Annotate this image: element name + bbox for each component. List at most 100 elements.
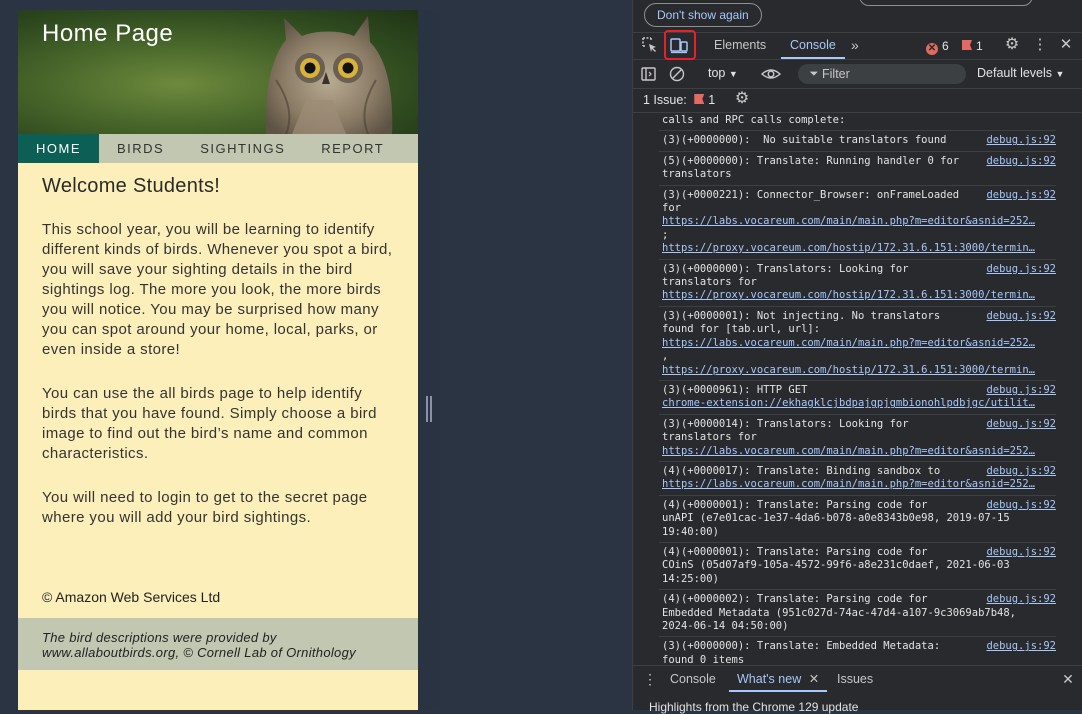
tab-elements[interactable]: Elements [714, 32, 766, 59]
more-options-icon[interactable]: ⋮ [1031, 36, 1049, 54]
message-link[interactable]: https://labs.vocareum.com/main/main.php?… [662, 445, 1056, 458]
main-nav: HOME BIRDS SIGHTINGS REPORT [18, 134, 418, 163]
message-text: calls and RPC calls complete: [662, 114, 846, 126]
message-link[interactable]: https://proxy.vocareum.com/hostip/172.31… [662, 289, 1056, 302]
console-message: (3)(+0000221): Connector_Browser: onFram… [659, 186, 1056, 260]
log-levels-select[interactable]: Default levels ▼ [977, 66, 1064, 80]
welcome-heading: Welcome Students! [42, 175, 221, 197]
nav-report[interactable]: REPORT [303, 134, 402, 163]
owl-image [265, 16, 393, 134]
console-message: (4)(+0000001): Translate: Parsing code f… [659, 496, 1056, 543]
nav-home[interactable]: HOME [18, 134, 99, 163]
issue-counter[interactable]: 1 [962, 38, 983, 54]
tab-console[interactable]: Console [781, 32, 845, 59]
issues-count: 1 [708, 93, 716, 107]
console-message: (5)(+0000000): Translate: Running handle… [659, 152, 1056, 186]
source-link[interactable]: debug.js:92 [986, 263, 1056, 276]
inspect-element-icon[interactable] [641, 36, 659, 54]
issues-link[interactable]: 1 Issue: 1 [643, 93, 715, 107]
website: Home Page HOME BIRDS SIGHTINGS REPORT We… [18, 10, 418, 710]
dont-show-again-button[interactable]: Don't show again [644, 3, 762, 27]
message-text: (3)(+0000961): HTTP GET [662, 383, 808, 396]
console-message: (4)(+0000002): Translate: Parsing code f… [659, 590, 1056, 638]
issue-flag-icon [962, 40, 972, 50]
source-link[interactable]: debug.js:92 [986, 134, 1056, 147]
console-message: (4)(+0000001): Translate: Parsing code f… [659, 543, 1056, 591]
devtools-banner: Don't show again [633, 0, 1082, 33]
message-link[interactable]: https://proxy.vocareum.com/hostip/172.31… [662, 242, 1056, 255]
eye-icon[interactable] [761, 65, 781, 83]
drawer-tab-console[interactable]: Console [670, 666, 716, 692]
settings-gear-icon[interactable]: ⚙ [1003, 36, 1021, 54]
message-link[interactable]: https://proxy.vocareum.com/hostip/172.31… [662, 364, 1056, 377]
nav-sightings[interactable]: SIGHTINGS [182, 134, 303, 163]
message-text: (3)(+0000000): Translators: Looking for … [662, 262, 909, 289]
source-link[interactable]: debug.js:92 [986, 546, 1056, 559]
source-link[interactable]: debug.js:92 [986, 499, 1056, 512]
message-link[interactable]: https://labs.vocareum.com/main/main.php?… [662, 215, 1056, 228]
error-count: 6 [942, 39, 949, 53]
close-drawer-icon[interactable]: ✕ [1059, 670, 1077, 688]
console-message: (3)(+0000000): No suitable translators f… [659, 131, 1056, 152]
source-link[interactable]: debug.js:92 [986, 155, 1056, 168]
console-message: (3)(+0000014): Translators: Looking for … [659, 415, 1056, 462]
message-text: (3)(+0000000): Translate: Embedded Metad… [662, 640, 941, 665]
message-link[interactable]: chrome-extension://ekhagklcjbdpajgpjgmbi… [662, 397, 1056, 410]
context-value: top [708, 66, 726, 80]
message-text: (4)(+0000001): Translate: Parsing code f… [662, 545, 1010, 585]
console-filter-bar: top ▼ Filter ⏷ Default levels ▼ [633, 60, 1082, 89]
devtools-main-toolbar: Elements Console » ✕ 6 1 ⚙ ⋮ ✕ [633, 32, 1082, 60]
resize-handle[interactable] [426, 396, 432, 422]
drawer-menu-icon[interactable]: ⋮ [641, 670, 659, 688]
source-link[interactable]: debug.js:92 [986, 418, 1056, 431]
message-link[interactable]: https://labs.vocareum.com/main/main.php?… [662, 337, 1056, 350]
log-levels-value: Default levels [977, 66, 1053, 80]
hero-banner: Home Page [18, 10, 418, 134]
message-link[interactable]: https://labs.vocareum.com/main/main.php?… [662, 478, 1056, 491]
message-text: (4)(+0000002): Translate: Parsing code f… [662, 593, 1017, 632]
error-counter[interactable]: ✕ 6 [926, 38, 949, 55]
drawer-tab-issues[interactable]: Issues [837, 666, 873, 692]
error-icon: ✕ [926, 43, 938, 55]
message-separator: ; [662, 228, 669, 241]
context-select[interactable]: top ▼ [708, 66, 738, 80]
source-link[interactable]: debug.js:92 [986, 310, 1056, 323]
message-text: (4)(+0000001): Translate: Parsing code f… [662, 498, 1010, 538]
message-text: (3)(+0000014): Translators: Looking for … [662, 417, 909, 444]
source-link[interactable]: debug.js:92 [986, 593, 1056, 606]
console-message: (3)(+0000000): Translate: Embedded Metad… [659, 637, 1056, 665]
console-filter-input[interactable]: Filter [798, 64, 966, 84]
filter-funnel-icon: ⏷ [809, 68, 819, 80]
clear-console-icon[interactable] [668, 65, 686, 83]
chevron-down-icon: ▼ [728, 69, 738, 79]
message-text: (5)(+0000000): Translate: Running handle… [662, 154, 960, 181]
console-message: (3)(+0000001): Not injecting. No transla… [659, 307, 1056, 381]
console-log: calls and RPC calls complete: (3)(+000000… [633, 112, 1082, 665]
devtools-drawer: ⋮ Console What's new ✕ Issues ✕ Highligh… [633, 665, 1082, 714]
console-settings-icon[interactable]: ⚙ [733, 90, 751, 108]
hero-title: Home Page [42, 20, 174, 47]
main-content: Welcome Students! This school year, you … [42, 175, 394, 552]
drawer-tab-whats-new[interactable]: What's new ✕ [729, 666, 828, 692]
nav-birds[interactable]: BIRDS [99, 134, 182, 163]
close-tab-icon[interactable]: ✕ [809, 672, 819, 686]
device-toolbar-highlight [664, 30, 696, 60]
message-text: (3)(+0000001): Not injecting. No transla… [662, 309, 941, 336]
source-link[interactable]: debug.js:92 [986, 640, 1056, 653]
chevron-down-icon: ▼ [1055, 69, 1065, 79]
source-link[interactable]: debug.js:92 [986, 189, 1056, 202]
console-scrollbar[interactable] [1073, 112, 1082, 665]
drawer-tabs: ⋮ Console What's new ✕ Issues ✕ [633, 666, 1082, 692]
more-tabs-icon[interactable]: » [851, 32, 859, 59]
source-link[interactable]: debug.js:92 [986, 384, 1056, 397]
console-message: (4)(+0000017): Translate: Binding sandbo… [659, 462, 1056, 496]
source-link[interactable]: debug.js:92 [986, 465, 1056, 478]
issues-text: 1 Issue: [643, 93, 687, 107]
close-devtools-icon[interactable]: ✕ [1057, 36, 1075, 54]
message-text: (3)(+0000000): No suitable translators f… [662, 134, 947, 147]
console-message: (3)(+0000000): Translators: Looking for … [659, 260, 1056, 307]
console-message: calls and RPC calls complete: [659, 112, 1056, 132]
banner-secondary-button[interactable] [859, 0, 1033, 6]
intro-paragraph: This school year, you will be learning t… [42, 221, 393, 358]
sidebar-toggle-icon[interactable] [640, 65, 658, 83]
